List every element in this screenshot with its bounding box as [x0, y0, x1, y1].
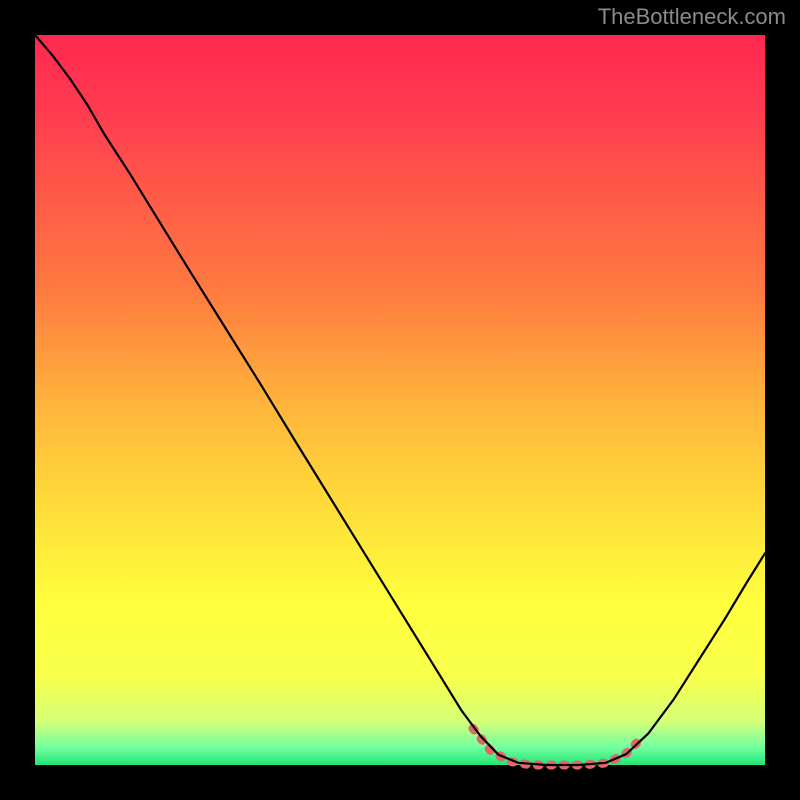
plot-background	[35, 35, 765, 765]
chart-stage: { "watermark": "TheBottleneck.com", "plo…	[0, 0, 800, 800]
chart-svg	[0, 0, 800, 800]
watermark-text: TheBottleneck.com	[598, 4, 786, 30]
